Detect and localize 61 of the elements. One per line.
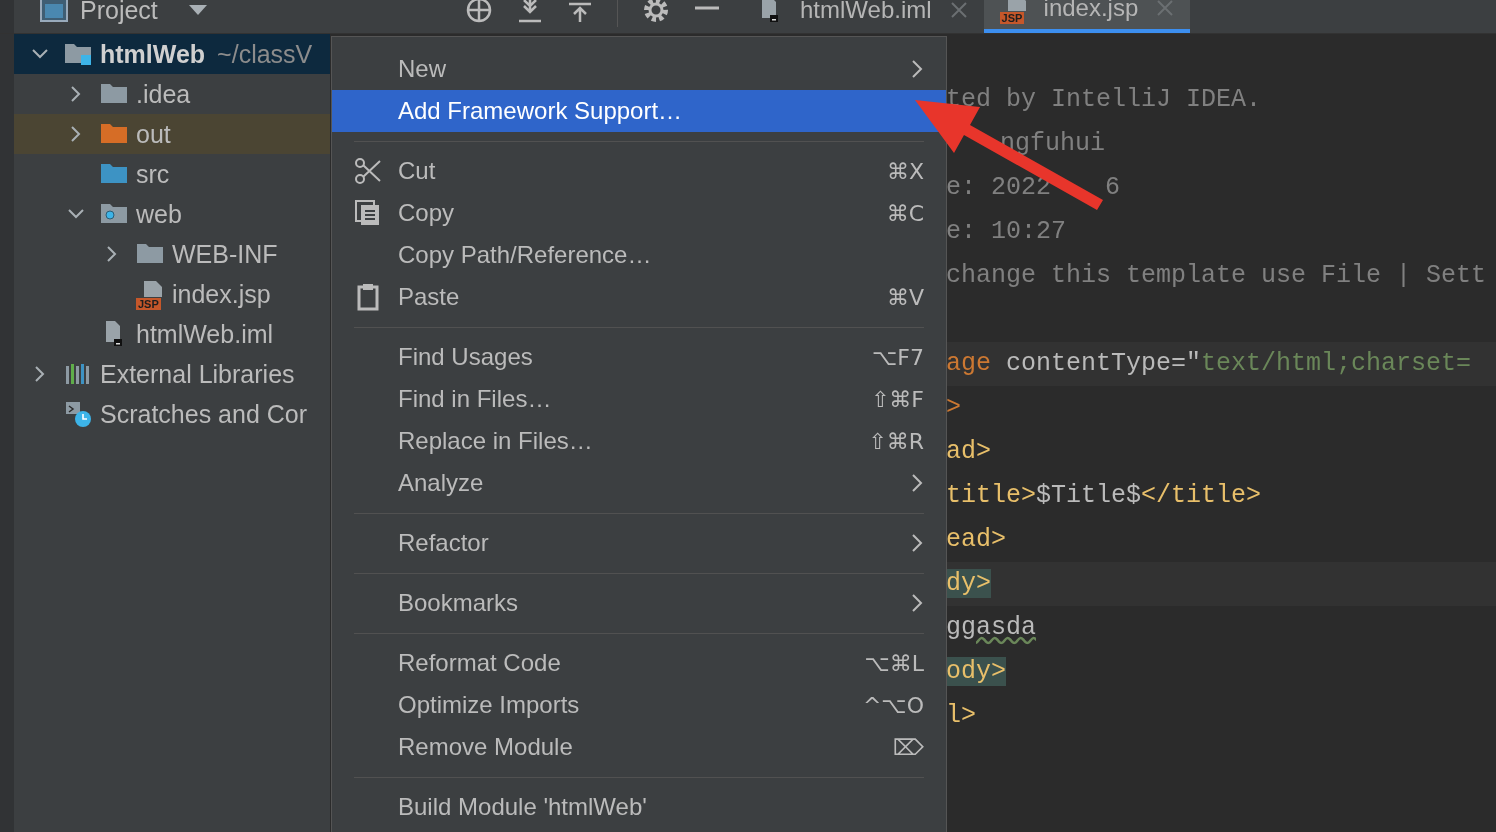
- menu-item[interactable]: Add Framework Support…: [332, 90, 946, 132]
- shortcut-label: ⌦: [892, 734, 924, 760]
- tree-item[interactable]: Scratches and Cor: [14, 394, 330, 434]
- code-line: ngfuhui: [999, 128, 1106, 160]
- tree-item[interactable]: WEB-INF: [14, 234, 330, 274]
- code-line: title>$Title$</title>: [946, 480, 1262, 512]
- crosshair-icon[interactable]: [465, 0, 493, 24]
- menu-item[interactable]: Copy ⌘C: [332, 192, 946, 234]
- shortcut-label: ⌥F7: [872, 344, 924, 370]
- code-line: change this template use File | Sett: [946, 260, 1487, 292]
- tree-item[interactable]: htmlWeb ~/classV: [14, 34, 330, 74]
- shortcut-label: ⇧⌘F: [870, 386, 924, 412]
- tree-item[interactable]: JSP index.jsp: [14, 274, 330, 314]
- expand-all-icon[interactable]: [517, 0, 543, 24]
- file-type-badge: JSP: [999, 12, 1025, 24]
- tree-item[interactable]: out: [14, 114, 330, 154]
- panel-title[interactable]: Project: [80, 0, 158, 25]
- tree-item[interactable]: External Libraries: [14, 354, 330, 394]
- tree-item[interactable]: htmlWeb.iml: [14, 314, 330, 354]
- menu-item[interactable]: Refactor: [332, 522, 946, 564]
- menu-item[interactable]: Paste ⌘V: [332, 276, 946, 318]
- tree-item[interactable]: .idea: [14, 74, 330, 114]
- code-line: ad>: [946, 436, 991, 468]
- code-line: >: [946, 392, 961, 424]
- menu-item[interactable]: Find in Files… ⇧⌘F: [332, 378, 946, 420]
- file-icon: [1007, 0, 1026, 11]
- menu-item[interactable]: Copy Path/Reference…: [332, 234, 946, 276]
- shortcut-label: ⌘V: [886, 284, 924, 310]
- menu-item[interactable]: Replace in Files… ⇧⌘R: [332, 420, 946, 462]
- copy-icon: [354, 199, 382, 227]
- code-line: e: 10:27: [946, 216, 1067, 248]
- menu-item[interactable]: Reformat Code ⌥⌘L: [332, 642, 946, 684]
- shortcut-label: ⌥⌘L: [864, 650, 924, 676]
- collapse-all-icon[interactable]: [567, 0, 593, 24]
- menu-item[interactable]: Bookmarks: [332, 582, 946, 624]
- settings-icon[interactable]: [642, 0, 670, 24]
- shortcut-label: ⇧⌘R: [868, 428, 924, 454]
- menu-item[interactable]: Build Module 'htmlWeb': [332, 786, 946, 828]
- shortcut-label: ^⌥O: [862, 692, 924, 718]
- shortcut-label: ⌘X: [886, 158, 924, 184]
- menu-item[interactable]: Analyze: [332, 462, 946, 504]
- menu-item[interactable]: New: [332, 48, 946, 90]
- tree-item[interactable]: src: [14, 154, 330, 194]
- shortcut-label: ⌘C: [886, 200, 924, 226]
- code-line: l>: [946, 700, 976, 732]
- tree-item[interactable]: web: [14, 194, 330, 234]
- project-view-icon: [40, 0, 68, 22]
- menu-item[interactable]: Optimize Imports ^⌥O: [332, 684, 946, 726]
- code-line: ggasda: [946, 612, 1036, 644]
- menu-item[interactable]: Find Usages ⌥F7: [332, 336, 946, 378]
- file-type-badge: JSP: [136, 298, 161, 310]
- menu-item[interactable]: Remove Module ⌦: [332, 726, 946, 768]
- file-icon: [144, 281, 162, 297]
- dropdown-caret-icon[interactable]: [187, 4, 208, 16]
- code-line: ted by IntelliJ IDEA.: [946, 84, 1262, 116]
- scratch-clock-icon: [64, 400, 92, 428]
- editor-tab[interactable]: htmlWeb.iml: [740, 0, 984, 33]
- menu-item[interactable]: Cut ⌘X: [332, 150, 946, 192]
- scissors-icon: [354, 157, 382, 185]
- code-line: ead>: [946, 524, 1006, 556]
- path-label: ~/classV: [217, 39, 313, 69]
